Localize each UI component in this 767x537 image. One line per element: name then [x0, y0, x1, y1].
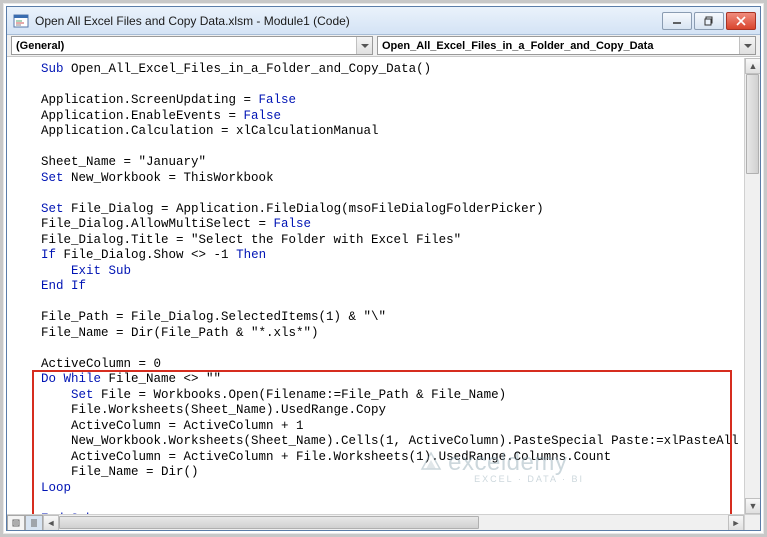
- window-title: Open All Excel Files and Copy Data.xlsm …: [35, 14, 662, 28]
- titlebar[interactable]: Open All Excel Files and Copy Data.xlsm …: [7, 7, 760, 35]
- chevron-down-icon: [356, 37, 372, 54]
- code-window: Open All Excel Files and Copy Data.xlsm …: [6, 6, 761, 531]
- scroll-left-button[interactable]: ◄: [43, 515, 59, 530]
- scroll-up-button[interactable]: ▲: [745, 58, 760, 74]
- scroll-track-horizontal[interactable]: [59, 515, 728, 530]
- chevron-down-icon: [739, 37, 755, 54]
- procedure-view-button[interactable]: [7, 515, 25, 530]
- scroll-down-button[interactable]: ▼: [745, 498, 760, 514]
- window-controls: [662, 12, 756, 30]
- horizontal-scrollbar[interactable]: ◄ ►: [7, 514, 744, 530]
- procedure-dropdown[interactable]: Open_All_Excel_Files_in_a_Folder_and_Cop…: [377, 36, 756, 55]
- object-dropdown-value: (General): [16, 40, 64, 52]
- scroll-right-button[interactable]: ►: [728, 515, 744, 530]
- code-text[interactable]: Sub Open_All_Excel_Files_in_a_Folder_and…: [11, 62, 744, 514]
- minimize-button[interactable]: [662, 12, 692, 30]
- scroll-track-vertical[interactable]: [745, 74, 760, 498]
- code-editor[interactable]: Sub Open_All_Excel_Files_in_a_Folder_and…: [7, 58, 744, 514]
- scroll-thumb-vertical[interactable]: [746, 74, 759, 174]
- code-editor-area: Sub Open_All_Excel_Files_in_a_Folder_and…: [7, 57, 760, 530]
- scroll-corner: [744, 514, 760, 530]
- restore-button[interactable]: [694, 12, 724, 30]
- vertical-scrollbar[interactable]: ▲ ▼: [744, 58, 760, 514]
- vba-module-icon: [13, 13, 29, 29]
- close-button[interactable]: [726, 12, 756, 30]
- full-module-view-button[interactable]: [25, 515, 43, 530]
- view-toggle-group: [7, 515, 43, 530]
- object-procedure-bar: (General) Open_All_Excel_Files_in_a_Fold…: [7, 35, 760, 57]
- procedure-dropdown-value: Open_All_Excel_Files_in_a_Folder_and_Cop…: [382, 40, 653, 52]
- scroll-thumb-horizontal[interactable]: [59, 516, 479, 529]
- object-dropdown[interactable]: (General): [11, 36, 373, 55]
